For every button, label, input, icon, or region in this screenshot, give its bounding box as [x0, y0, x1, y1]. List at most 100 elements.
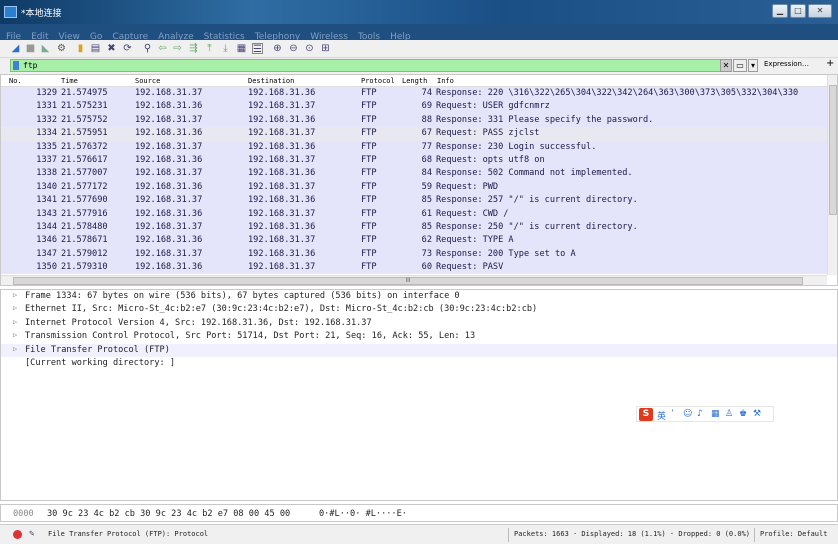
restart-capture-icon[interactable]: ◣ — [40, 43, 51, 54]
cell-info: Request: TYPE A — [436, 235, 514, 246]
go-back-icon[interactable]: ⇦ — [157, 43, 168, 54]
go-last-packet-icon[interactable]: ⤓ — [220, 43, 231, 54]
table-row[interactable]: 1343 21.577916 192.168.31.36 192.168.31.37 F… — [1, 207, 827, 221]
expand-arrow-icon[interactable]: ▷ — [13, 291, 17, 299]
keyboard-icon[interactable]: ▦ — [711, 409, 720, 419]
edit-comment-icon[interactable]: ✎ — [29, 529, 39, 539]
microphone-icon[interactable]: ♪ — [697, 409, 703, 419]
col-header-no[interactable]: No. — [9, 77, 22, 85]
wireshark-window: *本地连接 ▁ □ ✕ File Edit View Go Capture Analyze… — [0, 0, 838, 544]
table-row[interactable]: 1337 21.576617 192.168.31.36 192.168.31.37 F… — [1, 153, 827, 168]
go-forward-icon[interactable]: ⇨ — [172, 43, 183, 54]
packet-list-vscroll[interactable] — [827, 75, 837, 275]
table-row[interactable]: 1346 21.578671 192.168.31.36 192.168.31.37 F… — [1, 234, 827, 248]
table-row[interactable]: 1331 21.575231 192.168.31.36 192.168.31.37 F… — [1, 100, 827, 114]
cell-no: 1347 — [36, 248, 57, 259]
close-button[interactable]: ✕ — [808, 4, 832, 18]
col-header-source[interactable]: Source — [135, 77, 160, 85]
packet-list-hscroll[interactable]: III — [1, 275, 827, 285]
cell-protocol: FTP — [361, 235, 377, 246]
cell-length: 73 — [421, 248, 432, 259]
go-to-packet-icon[interactable]: ⇶ — [188, 43, 199, 54]
recent-filters-dropdown-icon[interactable]: ▾ — [748, 59, 758, 72]
detail-tcp[interactable]: ▷ Transmission Control Protocol, Src Port… — [1, 330, 837, 343]
cell-destination: 192.168.31.36 — [248, 88, 316, 98]
vscroll-thumb[interactable] — [829, 85, 837, 215]
col-header-time[interactable]: Time — [61, 77, 78, 85]
table-row[interactable]: 1341 21.577690 192.168.31.37 192.168.31.36 F… — [1, 194, 827, 208]
stop-capture-icon[interactable]: ■ — [25, 43, 36, 54]
punctuation-icon[interactable]: ʼ — [671, 409, 674, 419]
col-header-info[interactable]: Info — [437, 77, 454, 85]
maximize-button[interactable]: □ — [790, 4, 806, 18]
open-file-icon[interactable]: ▮ — [75, 43, 86, 54]
detail-frame[interactable]: ▷ Frame 1334: 67 bytes on wire (536 bits)… — [1, 290, 837, 303]
shark-fin-start-icon[interactable]: ◢ — [10, 43, 21, 54]
colorize-icon[interactable]: ☰ — [252, 43, 263, 55]
col-header-length[interactable]: Length — [402, 77, 427, 85]
normal-size-icon[interactable]: ⊙ — [304, 43, 315, 54]
emoji-icon[interactable]: ☺ — [683, 409, 692, 419]
apply-filter-icon[interactable]: ▭ — [733, 59, 747, 72]
cell-source: 192.168.31.36 — [135, 208, 203, 219]
display-filter-input[interactable]: ftp — [10, 59, 730, 72]
expand-arrow-icon[interactable]: ▷ — [13, 331, 17, 339]
cell-info: Response: 250 "/" is current directory. — [436, 221, 638, 232]
table-row[interactable]: 1332 21.575752 192.168.31.37 192.168.31.36 F… — [1, 113, 827, 128]
cell-length: 85 — [421, 221, 432, 232]
table-row[interactable]: 1329 21.574975 192.168.31.37 192.168.31.36 F… — [1, 87, 827, 101]
close-file-icon[interactable]: ✖ — [106, 43, 117, 54]
expert-info-icon[interactable] — [13, 530, 22, 539]
cell-source: 192.168.31.36 — [135, 235, 203, 246]
detail-ethernet[interactable]: ▷ Ethernet II, Src: Micro-St_4c:b2:e7 (30… — [1, 303, 837, 316]
window-title: *本地连接 — [21, 9, 62, 19]
detail-current-working-directory[interactable]: [Current working directory: ] — [1, 357, 837, 370]
table-row[interactable]: 1335 21.576372 192.168.31.37 192.168.31.36 F… — [1, 140, 827, 154]
bytes-ascii[interactable]: 0·#L··0· #L····E· — [319, 509, 407, 519]
filter-bookmark-icon[interactable] — [13, 61, 19, 70]
expand-arrow-icon[interactable]: ▷ — [13, 318, 17, 326]
sogou-logo[interactable]: S — [639, 408, 653, 421]
save-file-icon[interactable]: ▤ — [90, 43, 101, 54]
cell-no: 1332 — [36, 114, 57, 125]
bytes-hex[interactable]: 30 9c 23 4c b2 cb 30 9c 23 4c b2 e7 08 0… — [47, 509, 290, 519]
table-row[interactable]: 1344 21.578480 192.168.31.37 192.168.31.36 F… — [1, 220, 827, 235]
hscroll-thumb[interactable]: III — [13, 277, 803, 285]
resize-columns-icon[interactable]: ⊞ — [320, 43, 331, 54]
expand-arrow-icon[interactable]: ▷ — [13, 304, 17, 312]
table-row[interactable]: 1340 21.577172 192.168.31.36 192.168.31.37 F… — [1, 180, 827, 195]
table-row[interactable]: 1347 21.579012 192.168.31.37 192.168.31.36 F… — [1, 247, 827, 262]
status-profile[interactable]: Profile: Default — [760, 530, 827, 538]
table-row[interactable]: 1350 21.579310 192.168.31.36 192.168.31.37 F… — [1, 261, 827, 275]
cell-length: 59 — [421, 181, 432, 192]
col-header-destination[interactable]: Destination — [248, 77, 294, 85]
ime-language-label[interactable]: 英 — [657, 409, 666, 422]
cell-source: 192.168.31.37 — [135, 248, 203, 259]
tools-icon[interactable]: ⚒ — [753, 409, 761, 419]
cell-source: 192.168.31.37 — [135, 168, 203, 179]
packet-list-header: No. Time Source Destination Protocol Len… — [1, 75, 827, 87]
expression-button[interactable]: Expression… — [764, 60, 809, 68]
capture-options-icon[interactable]: ⚙ — [56, 43, 67, 54]
col-header-protocol[interactable]: Protocol — [361, 77, 395, 85]
status-protocol: File Transfer Protocol (FTP): Protocol — [48, 530, 209, 538]
zoom-in-icon[interactable]: ⊕ — [272, 43, 283, 54]
user-icon[interactable]: ♙ — [725, 409, 733, 419]
add-filter-button[interactable]: + — [826, 58, 834, 69]
autoscroll-icon[interactable]: ▦ — [236, 43, 247, 54]
skin-icon[interactable]: ♚ — [739, 409, 747, 419]
go-first-packet-icon[interactable]: ⤒ — [204, 43, 215, 54]
expand-arrow-icon[interactable]: ▷ — [13, 345, 17, 353]
clear-filter-icon[interactable]: ✕ — [720, 59, 732, 72]
table-row[interactable]: 1338 21.577007 192.168.31.37 192.168.31.36 F… — [1, 167, 827, 181]
zoom-out-icon[interactable]: ⊖ — [288, 43, 299, 54]
detail-ipv4[interactable]: ▷ Internet Protocol Version 4, Src: 192.1… — [1, 317, 837, 330]
cell-info: Response: 200 Type set to A — [436, 248, 576, 259]
cell-no: 1335 — [36, 141, 57, 152]
minimize-button[interactable]: ▁ — [772, 4, 788, 18]
table-row[interactable]: 1334 21.575951 192.168.31.36 192.168.31.37 F… — [1, 127, 827, 141]
find-packet-icon[interactable]: ⚲ — [142, 43, 153, 54]
cell-time: 21.578480 — [61, 221, 108, 232]
reload-file-icon[interactable]: ⟳ — [122, 43, 133, 54]
detail-ftp[interactable]: ▷ File Transfer Protocol (FTP) — [1, 343, 837, 357]
